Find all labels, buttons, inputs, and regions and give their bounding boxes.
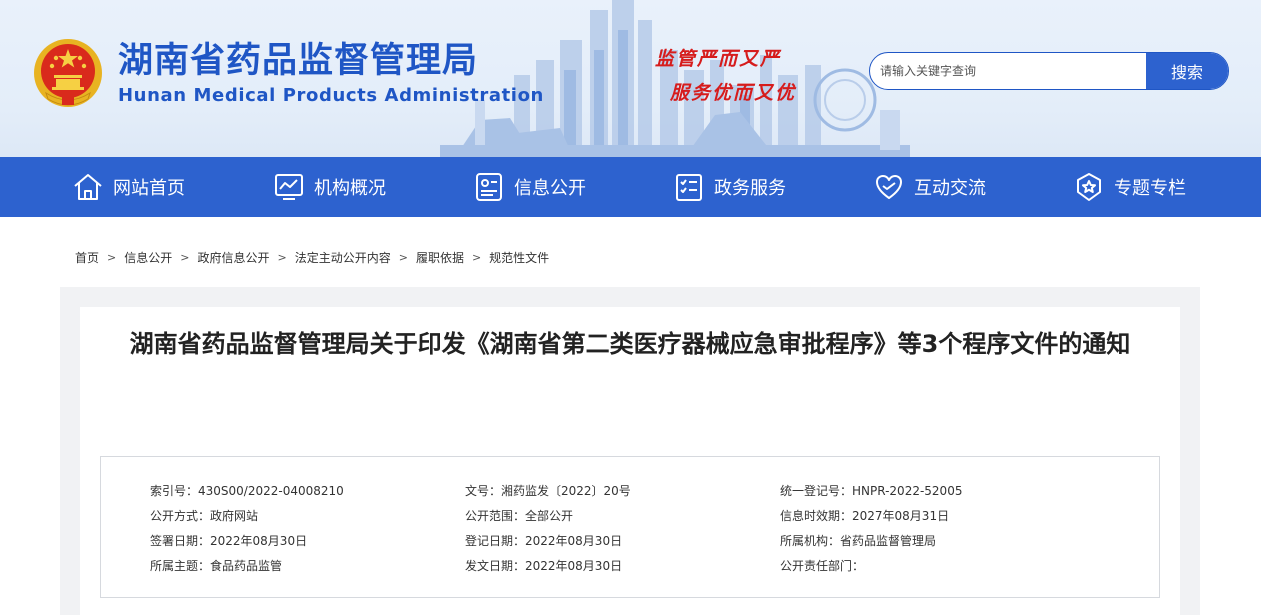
- breadcrumb-separator: >: [471, 251, 482, 264]
- star-badge-icon: [1077, 173, 1101, 201]
- meta-issuing-agency: 所属机构：省药品监督管理局: [780, 534, 937, 548]
- chart-monitor-icon: [275, 174, 303, 200]
- nav-item-home[interactable]: 网站首页: [72, 157, 185, 217]
- nav-item-label: 政务服务: [714, 178, 786, 199]
- meta-validity-period: 信息时效期：2027年08月31日: [780, 509, 950, 523]
- search-box: 搜索: [869, 52, 1229, 90]
- breadcrumb-link-duty-basis[interactable]: 履职依据: [416, 249, 464, 266]
- site-header: 湖南省药品监督管理局 Hunan Medical Products Admini…: [0, 0, 1261, 157]
- nav-item-label: 机构概况: [314, 178, 386, 199]
- meta-registration-date: 登记日期：2022年08月30日: [465, 534, 623, 548]
- breadcrumb-link-normative-docs[interactable]: 规范性文件: [489, 249, 549, 266]
- breadcrumb-separator: >: [180, 251, 190, 264]
- search-input[interactable]: [870, 53, 1148, 89]
- breadcrumb-separator: >: [277, 251, 287, 264]
- breadcrumb-separator: >: [398, 251, 408, 264]
- home-icon: [74, 174, 102, 200]
- breadcrumb-link-gov-info[interactable]: 政府信息公开: [197, 249, 269, 266]
- document-metadata-box: 索引号：430S00/2022-04008210 文号：湘药监发〔2022〕20…: [100, 456, 1160, 598]
- site-subtitle: Hunan Medical Products Administration: [118, 85, 544, 106]
- heart-hand-icon: [876, 175, 902, 199]
- slogan-line-1: 监管严而又严: [655, 48, 782, 70]
- nav-item-info-disclosure[interactable]: 信息公开: [473, 157, 586, 217]
- meta-document-number: 文号：湘药监发〔2022〕20号: [465, 484, 631, 498]
- meta-subject: 所属主题：食品药品监管: [150, 559, 283, 573]
- meta-signing-date: 签署日期：2022年08月30日: [150, 534, 308, 548]
- article-title: 湖南省药品监督管理局关于印发《湖南省第二类医疗器械应急审批程序》等3个程序文件的…: [129, 330, 1131, 358]
- breadcrumb-link-home[interactable]: 首页: [75, 249, 99, 266]
- breadcrumb-link-info-disclosure[interactable]: 信息公开: [124, 249, 172, 266]
- nav-item-label: 网站首页: [113, 178, 185, 199]
- meta-responsible-department: 公开责任部门：: [780, 559, 865, 573]
- meta-index-number: 索引号：430S00/2022-04008210: [150, 484, 344, 498]
- meta-disclosure-method: 公开方式：政府网站: [150, 509, 259, 523]
- search-button[interactable]: 搜索: [1146, 53, 1228, 89]
- breadcrumb-separator: >: [107, 251, 117, 264]
- id-card-icon: [476, 173, 502, 201]
- meta-issue-date: 发文日期：2022年08月30日: [465, 559, 623, 573]
- breadcrumb: 首页 > 信息公开 > 政府信息公开 > 法定主动公开内容 > 履职依据 > 规…: [75, 249, 549, 266]
- site-title: 湖南省药品监督管理局: [118, 41, 479, 81]
- nav-item-about[interactable]: 机构概况: [273, 157, 386, 217]
- main-nav: 网站首页 机构概况 信息公开 政务服务 互动交流 专题专栏: [0, 157, 1261, 217]
- nav-item-label: 专题专栏: [1114, 178, 1186, 199]
- breadcrumb-link-statutory[interactable]: 法定主动公开内容: [295, 249, 391, 266]
- nav-item-label: 互动交流: [914, 178, 986, 199]
- nav-item-gov-services[interactable]: 政务服务: [673, 157, 786, 217]
- meta-disclosure-scope: 公开范围：全部公开: [465, 509, 574, 523]
- national-emblem-icon: [34, 39, 102, 107]
- nav-item-label: 信息公开: [514, 178, 586, 199]
- nav-item-interaction[interactable]: 互动交流: [873, 157, 986, 217]
- slogan-line-2: 服务优而又优: [670, 82, 797, 104]
- meta-registration-number: 统一登记号：HNPR-2022-52005: [780, 484, 963, 498]
- nav-item-special-topics[interactable]: 专题专栏: [1073, 157, 1186, 217]
- checklist-icon: [676, 174, 702, 201]
